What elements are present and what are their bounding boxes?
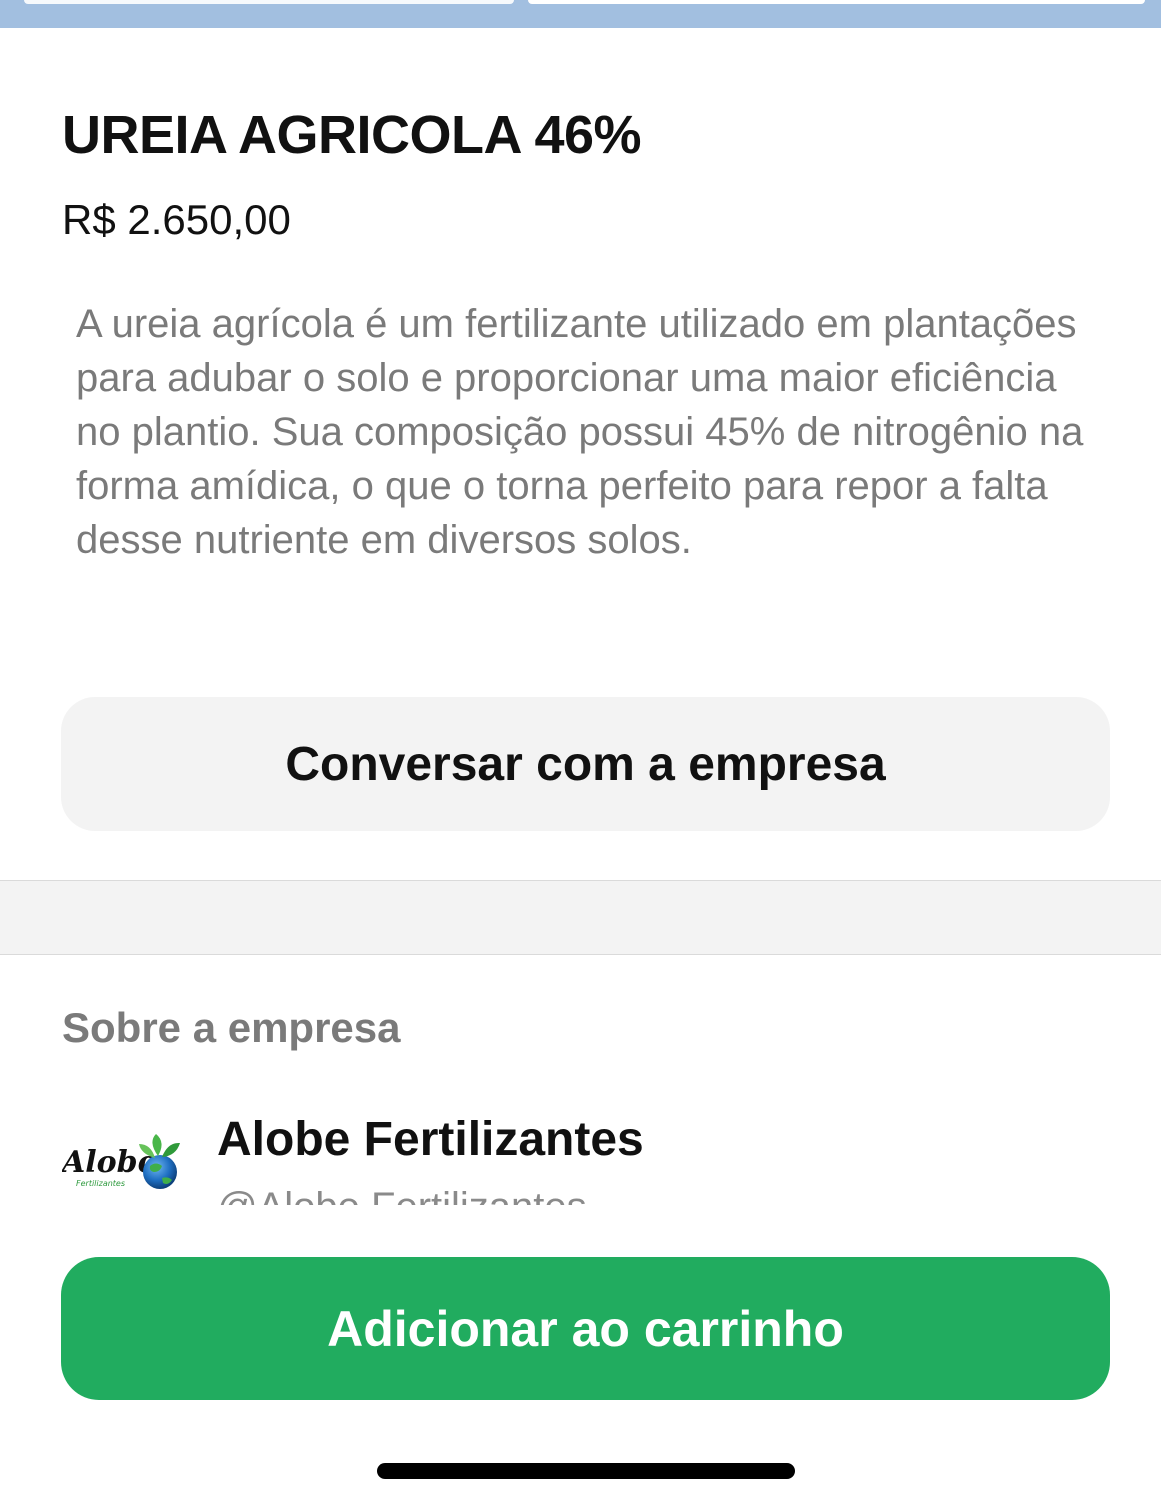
top-header-strip [0,0,1161,28]
company-handle: @Alobe Fertilizantes [217,1185,587,1205]
home-indicator-bar[interactable] [377,1463,795,1479]
section-divider [0,880,1161,955]
company-logo: Alobe Fertilizantes [62,1134,180,1189]
product-description: A ureia agrícola é um fertilizante utili… [76,302,1084,562]
product-price: R$ 2.650,00 [62,196,291,243]
header-segment-right [528,0,1145,4]
company-card[interactable]: Alobe Fertilizantes Alobe Fertilizantes … [0,1100,1161,1205]
add-to-cart-button[interactable]: Adicionar ao carrinho [61,1257,1110,1400]
company-name: Alobe Fertilizantes [217,1113,644,1166]
logo-leaf-2 [162,1142,180,1157]
product-title: UREIA AGRICOLA 46% [62,105,642,165]
logo-subtext: Fertilizantes [76,1179,125,1188]
logo-globe [143,1155,177,1189]
header-segment-left [24,0,514,4]
about-company-heading: Sobre a empresa [62,1004,401,1051]
product-detail-screen: UREIA AGRICOLA 46% R$ 2.650,00 A ureia a… [0,0,1161,1503]
chat-with-company-button[interactable]: Conversar com a empresa [61,697,1110,831]
